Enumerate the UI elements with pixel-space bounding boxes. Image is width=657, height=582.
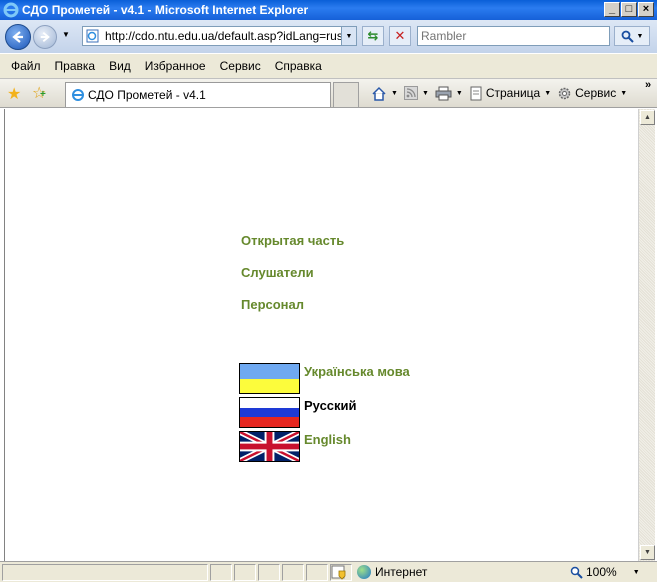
chevron-down-icon: ▼	[455, 89, 463, 97]
feeds-button[interactable]: ▼	[401, 86, 432, 100]
chevron-down-icon: ▼	[391, 89, 398, 97]
tab-active[interactable]: СДО Прометей - v4.1	[65, 82, 331, 107]
menu-tools[interactable]: Сервис	[213, 59, 268, 73]
chevron-down-icon: ▼	[421, 89, 429, 97]
recent-pages-dropdown[interactable]: ▼	[62, 30, 70, 39]
protected-mode-icon	[331, 565, 346, 580]
magnifier-icon	[621, 30, 634, 43]
page-content: Открытая часть Слушатели Персонал Україн…	[4, 109, 638, 561]
security-cell[interactable]	[330, 564, 352, 581]
security-zone[interactable]: Интернет	[357, 565, 427, 579]
window-title: СДО Прометей - v4.1 - Microsoft Internet…	[22, 3, 309, 17]
stop-icon: ✕	[394, 28, 406, 43]
address-field[interactable]: http://cdo.ntu.edu.ua/default.asp?idLang…	[82, 26, 357, 46]
close-button[interactable]: ×	[638, 2, 654, 17]
arrow-right-icon	[40, 31, 50, 43]
menu-edit[interactable]: Правка	[48, 59, 103, 73]
address-url: http://cdo.ntu.edu.ua/default.asp?idLang…	[105, 29, 341, 43]
vertical-scrollbar[interactable]: ▲ ▼	[638, 109, 655, 561]
ie-logo-icon	[3, 2, 19, 18]
zone-label: Интернет	[375, 565, 428, 579]
rss-icon	[403, 86, 418, 100]
refresh-button[interactable]: ⇆	[362, 26, 384, 46]
search-button[interactable]: ▼	[614, 26, 650, 46]
zoom-control[interactable]: 100% ▼	[570, 565, 640, 579]
favorites-star-icon[interactable]: ★	[7, 84, 21, 104]
stop-button[interactable]: ✕	[389, 26, 411, 46]
minimize-button[interactable]: _	[604, 2, 620, 17]
command-bar: ▼ ▼ ▼ Страница ▼ Сервис ▼	[368, 82, 630, 104]
print-button[interactable]: ▼	[432, 86, 466, 101]
lang-english[interactable]: English	[304, 432, 351, 447]
address-dropdown-button[interactable]: ▼	[341, 27, 356, 45]
status-cell	[282, 564, 304, 581]
tab-title: СДО Прометей - v4.1	[88, 88, 206, 102]
ie-page-icon	[72, 89, 84, 101]
lang-ukrainian[interactable]: Українська мова	[304, 364, 410, 379]
title-bar: СДО Прометей - v4.1 - Microsoft Internet…	[0, 0, 657, 20]
status-bar: Интернет 100% ▼	[0, 561, 657, 582]
printer-icon	[435, 86, 452, 100]
lang-russian[interactable]: Русский	[304, 398, 357, 413]
link-open-part[interactable]: Открытая часть	[241, 233, 344, 248]
menu-favorites[interactable]: Избранное	[138, 59, 213, 73]
window-controls: _ □ ×	[604, 2, 654, 17]
zoom-level: 100%	[586, 565, 617, 579]
menu-view[interactable]: Вид	[102, 59, 138, 73]
more-toolbar-button[interactable]: »	[645, 79, 651, 91]
chevron-down-icon: ▼	[544, 89, 552, 97]
status-cell	[306, 564, 328, 581]
link-students[interactable]: Слушатели	[241, 265, 314, 280]
scroll-down-button[interactable]: ▼	[640, 545, 655, 560]
union-jack-icon	[240, 432, 299, 461]
navigation-bar: ▼ http://cdo.ntu.edu.ua/default.asp?idLa…	[0, 20, 657, 53]
russia-flag[interactable]	[239, 397, 300, 428]
home-icon	[372, 86, 386, 101]
ukraine-flag[interactable]	[239, 363, 300, 394]
page-icon	[86, 29, 99, 43]
back-button[interactable]	[5, 24, 31, 50]
zoom-magnifier-icon	[570, 566, 583, 579]
arrow-left-icon	[12, 31, 23, 43]
menu-help[interactable]: Справка	[268, 59, 329, 73]
status-cell	[258, 564, 280, 581]
chevron-down-icon: ▼	[632, 568, 640, 576]
maximize-button[interactable]: □	[621, 2, 637, 17]
forward-button[interactable]	[33, 25, 57, 49]
add-favorite-icon[interactable]: ☆ +	[32, 83, 46, 103]
uk-flag[interactable]	[239, 431, 300, 462]
status-cell	[234, 564, 256, 581]
page-menu-label: Страница	[485, 86, 541, 100]
scroll-up-button[interactable]: ▲	[640, 110, 655, 125]
home-button[interactable]: ▼	[368, 86, 401, 101]
refresh-icon: ⇆	[367, 28, 379, 43]
tab-toolbar: ★ ☆ + СДО Прометей - v4.1 ▼ ▼ ▼ Страница…	[0, 79, 657, 108]
gear-icon	[558, 87, 571, 99]
menu-bar: Файл Правка Вид Избранное Сервис Справка	[0, 53, 657, 79]
page-menu-button[interactable]: Страница ▼	[466, 86, 554, 101]
status-text-cell	[2, 564, 208, 581]
globe-icon	[357, 565, 371, 579]
chevron-down-icon: ▼	[620, 89, 628, 97]
menu-file[interactable]: Файл	[4, 59, 48, 73]
tools-menu-label: Сервис	[575, 86, 617, 100]
page-menu-icon	[470, 86, 482, 100]
new-tab-button[interactable]	[333, 82, 359, 107]
search-input[interactable]	[417, 26, 610, 46]
status-cell	[210, 564, 232, 581]
link-staff[interactable]: Персонал	[241, 297, 304, 312]
chevron-down-icon: ▼	[636, 32, 644, 40]
tools-menu-button[interactable]: Сервис ▼	[554, 86, 630, 101]
